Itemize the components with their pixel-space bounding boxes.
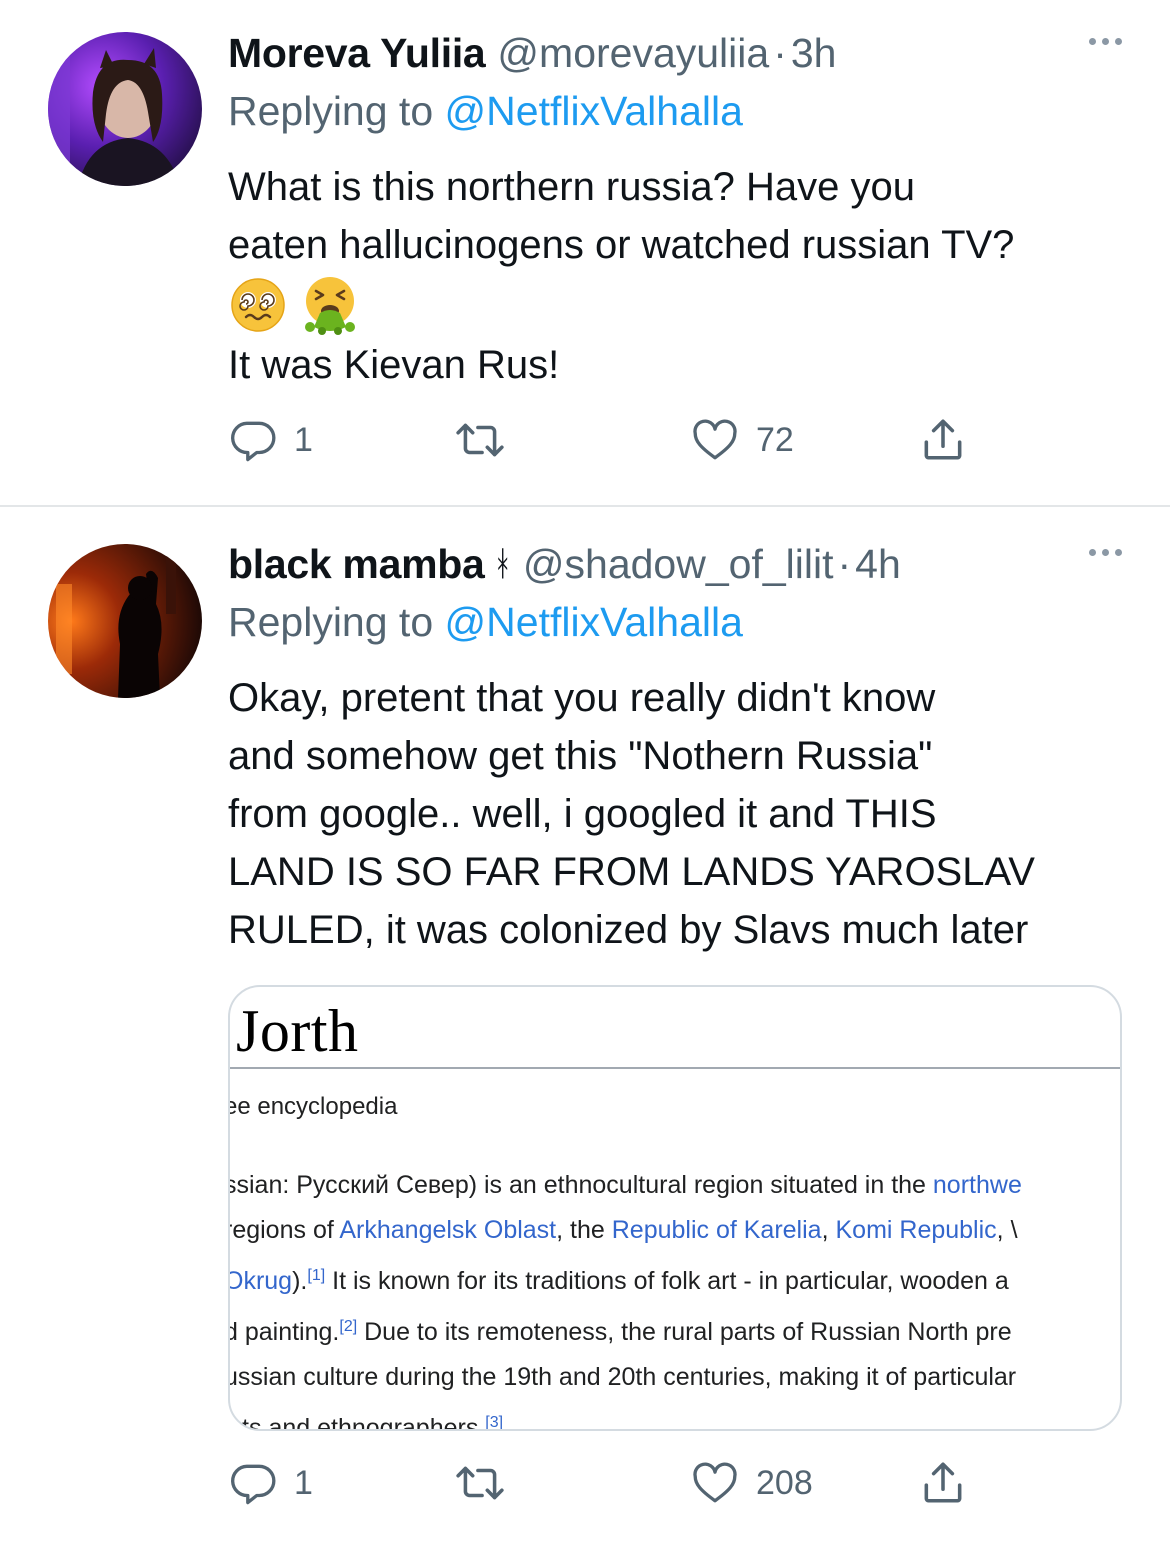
share-button[interactable] xyxy=(918,415,968,465)
author-handle[interactable]: @morevayuliia xyxy=(497,26,769,80)
reply-icon xyxy=(231,421,276,462)
reply-button[interactable]: 1 xyxy=(228,415,313,465)
timestamp[interactable]: 4h xyxy=(855,537,901,591)
attached-image[interactable]: Jorth ee encyclopedia ssian: Русский Сев… xyxy=(228,985,1122,1431)
emoji-row xyxy=(228,274,1122,336)
reply-button[interactable]: 1 xyxy=(228,1458,313,1508)
wiki-text: regions of xyxy=(228,1216,340,1244)
wiki-link: northwe xyxy=(932,1171,1022,1199)
like-button[interactable]: 72 xyxy=(690,415,794,465)
reply-count: 1 xyxy=(294,420,313,459)
wiki-citation: [1] xyxy=(307,1267,326,1284)
tweet-text-line: and somehow get this "Nothern Russia" xyxy=(228,734,933,778)
tweet-text-line: Okay, pretent that you really didn't kno… xyxy=(228,676,936,720)
tweet-header: black mamba ᚼ @shadow_of_lilit · 4h xyxy=(228,537,1122,591)
wiki-link: Republic of Karelia xyxy=(611,1216,822,1244)
tweet-text-line: from google.. well, i googled it and THI… xyxy=(228,792,937,836)
wiki-subtitle: ee encyclopedia xyxy=(228,1093,398,1120)
wiki-text: ists and ethnographers. xyxy=(228,1414,486,1431)
share-icon xyxy=(924,419,962,460)
wiki-text: Due to its remoteness, the rural parts o… xyxy=(357,1318,1012,1346)
wiki-citation: [3] xyxy=(485,1414,504,1431)
separator-dot: · xyxy=(837,541,852,587)
wiki-text: , xyxy=(821,1216,836,1244)
reply-icon xyxy=(231,1464,276,1505)
like-count: 72 xyxy=(756,420,794,459)
dizzy-face-icon xyxy=(231,278,285,332)
wiki-link: Arkhangelsk Oblast xyxy=(339,1216,557,1244)
replying-to: Replying to @NetflixValhalla xyxy=(228,595,1122,649)
retweet-icon xyxy=(456,423,504,457)
share-button[interactable] xyxy=(918,1458,968,1508)
tweet-text: What is this northern russia? Have you e… xyxy=(228,158,1122,394)
more-options-icon[interactable] xyxy=(1089,38,1122,45)
wiki-article-text: ssian: Русский Север) is an ethnocultura… xyxy=(228,1163,1022,1431)
wiki-text-line: ssian: Русский Север) is an ethnocultura… xyxy=(228,1163,1022,1208)
wiki-text: ussian culture during the 19th and 20th … xyxy=(228,1363,1017,1391)
share-icon xyxy=(924,1462,962,1503)
wiki-text-line: Okrug).[1] It is known for its tradition… xyxy=(228,1253,1022,1304)
wiki-link: Komi Republic xyxy=(835,1216,997,1244)
retweet-icon xyxy=(456,1466,504,1500)
tweet[interactable]: Moreva Yuliia @morevayuliia · 3h Replyin… xyxy=(0,0,1170,505)
wiki-text: ). xyxy=(292,1267,308,1295)
tweet-text-line: eaten hallucinogens or watched russian T… xyxy=(228,223,1015,267)
tweet-text: Okay, pretent that you really didn't kno… xyxy=(228,669,1122,959)
tweet-text-line: LAND IS SO FAR FROM LANDS YAROSLAV xyxy=(228,850,1035,894)
tweet-actions: 1 208 xyxy=(228,1458,988,1508)
tweet-text-line: What is this northern russia? Have you xyxy=(228,165,915,209)
retweet-button[interactable] xyxy=(452,1458,524,1508)
wiki-text-line: d painting.[2] Due to its remoteness, th… xyxy=(228,1304,1022,1355)
author-handle[interactable]: @shadow_of_lilit xyxy=(523,537,834,591)
replying-to: Replying to @NetflixValhalla xyxy=(228,84,1122,138)
separator-dot: · xyxy=(773,30,787,76)
vomiting-face-icon xyxy=(305,277,355,335)
like-button[interactable]: 208 xyxy=(690,1458,813,1508)
rune-emoji: ᚼ xyxy=(492,545,513,583)
wiki-text: , the xyxy=(556,1216,612,1244)
retweet-button[interactable] xyxy=(452,415,524,465)
replying-to-label: Replying to xyxy=(228,88,434,134)
wiki-text: ssian: Русский Север) is an ethnocultura… xyxy=(228,1171,933,1199)
tweet-content: Moreva Yuliia @morevayuliia · 3h Replyin… xyxy=(228,26,1122,394)
tweet[interactable]: black mamba ᚼ @shadow_of_lilit · 4h Repl… xyxy=(0,507,1170,1548)
heart-icon xyxy=(693,1462,737,1503)
wiki-link: Okrug xyxy=(228,1267,293,1295)
author-name[interactable]: Moreva Yuliia xyxy=(228,26,486,80)
wiki-title-rule xyxy=(230,1067,1120,1069)
wiki-text-line: ists and ethnographers.[3] xyxy=(228,1400,1022,1431)
heart-icon xyxy=(693,419,737,460)
tweet-text-line: RULED, it was colonized by Slavs much la… xyxy=(228,908,1029,952)
wiki-citation: [2] xyxy=(339,1318,358,1335)
replying-to-mention[interactable]: @NetflixValhalla xyxy=(445,599,743,645)
tweet-text-line: It was Kievan Rus! xyxy=(228,343,560,387)
wiki-article-title: Jorth xyxy=(236,998,359,1064)
wiki-text-line: ussian culture during the 19th and 20th … xyxy=(228,1355,1022,1400)
avatar[interactable] xyxy=(48,544,202,698)
more-options-icon[interactable] xyxy=(1089,549,1122,556)
wiki-text-line: regions of Arkhangelsk Oblast, the Repub… xyxy=(228,1208,1022,1253)
replying-to-mention[interactable]: @NetflixValhalla xyxy=(445,88,743,134)
replying-to-label: Replying to xyxy=(228,599,434,645)
tweet-header: Moreva Yuliia @morevayuliia · 3h xyxy=(228,26,1122,80)
timestamp[interactable]: 3h xyxy=(791,26,837,80)
wiki-text: , \ xyxy=(996,1216,1018,1244)
wiki-text: d painting. xyxy=(228,1318,340,1346)
like-count: 208 xyxy=(756,1463,813,1502)
tweet-actions: 1 72 xyxy=(228,415,988,465)
author-name[interactable]: black mamba xyxy=(228,537,485,591)
avatar[interactable] xyxy=(48,32,202,186)
reply-count: 1 xyxy=(294,1463,313,1502)
tweet-content: black mamba ᚼ @shadow_of_lilit · 4h Repl… xyxy=(228,537,1122,959)
wiki-text: It is known for its traditions of folk a… xyxy=(325,1267,1009,1295)
